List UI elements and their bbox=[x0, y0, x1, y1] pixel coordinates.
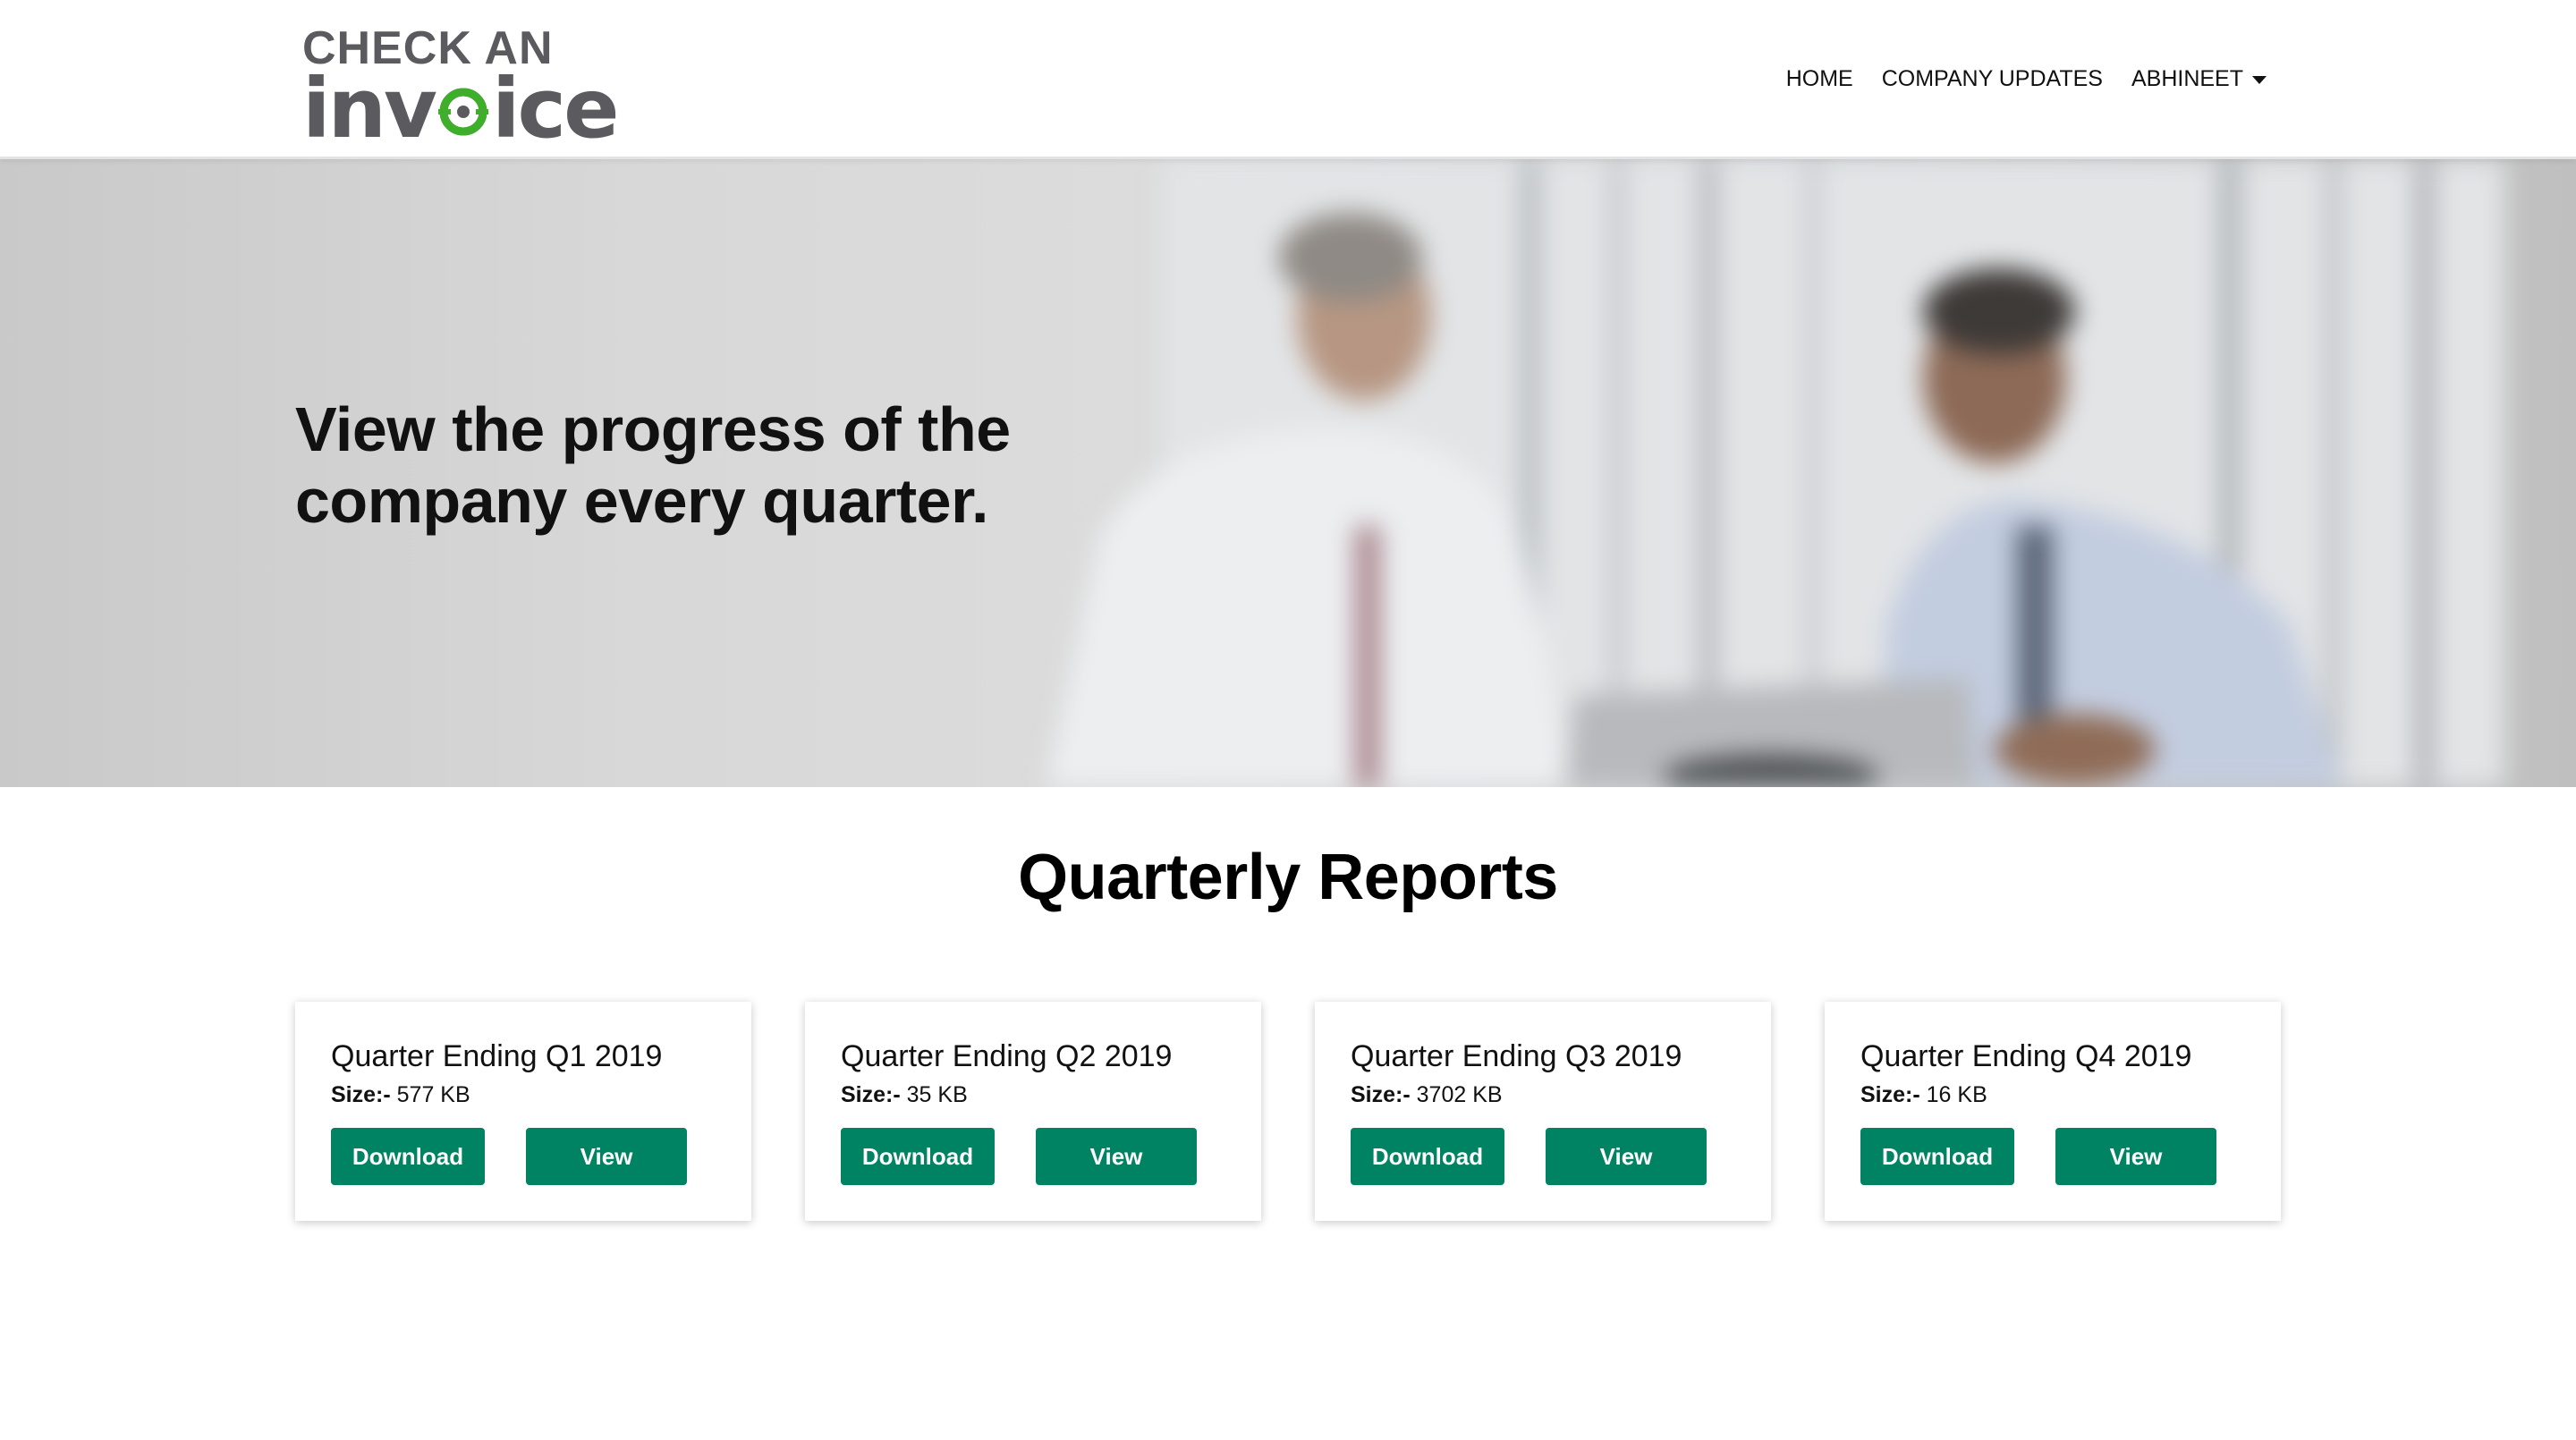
size-label: Size:- bbox=[331, 1082, 391, 1107]
user-name: ABHINEET bbox=[2131, 66, 2243, 91]
nav-home-link[interactable]: HOME bbox=[1786, 61, 1853, 97]
hero-headline: View the progress of the company every q… bbox=[295, 394, 1011, 536]
download-button[interactable]: Download bbox=[1351, 1128, 1504, 1185]
size-value: 16 KB bbox=[1926, 1082, 1987, 1107]
view-button[interactable]: View bbox=[1036, 1128, 1197, 1185]
download-button[interactable]: Download bbox=[841, 1128, 995, 1185]
nav-company-updates-link[interactable]: COMPANY UPDATES bbox=[1882, 61, 2103, 97]
report-card: Quarter Ending Q4 2019 Size:- 16 KB Down… bbox=[1825, 1002, 2281, 1221]
report-card: Quarter Ending Q1 2019 Size:- 577 KB Dow… bbox=[295, 1002, 751, 1221]
report-card: Quarter Ending Q3 2019 Size:- 3702 KB Do… bbox=[1315, 1002, 1771, 1221]
size-label: Size:- bbox=[1860, 1082, 1920, 1107]
main-nav: HOME COMPANY UPDATES ABHINEET bbox=[1786, 61, 2267, 97]
download-button[interactable]: Download bbox=[331, 1128, 485, 1185]
size-label: Size:- bbox=[841, 1082, 901, 1107]
report-title: Quarter Ending Q1 2019 bbox=[331, 1039, 663, 1073]
user-menu-dropdown[interactable]: ABHINEET bbox=[2131, 61, 2267, 97]
logo-line-2: inv ice bbox=[302, 61, 619, 157]
report-title: Quarter Ending Q2 2019 bbox=[841, 1039, 1173, 1073]
size-value: 35 KB bbox=[906, 1082, 968, 1107]
size-value: 577 KB bbox=[396, 1082, 470, 1107]
report-size: Size:- 3702 KB bbox=[1351, 1080, 1503, 1109]
view-button[interactable]: View bbox=[1546, 1128, 1707, 1185]
logo-line-2-suffix: ice bbox=[492, 61, 619, 157]
size-value: 3702 KB bbox=[1416, 1082, 1503, 1107]
report-size: Size:- 16 KB bbox=[1860, 1080, 1987, 1109]
download-button[interactable]: Download bbox=[1860, 1128, 2014, 1185]
report-cards: Quarter Ending Q1 2019 Size:- 577 KB Dow… bbox=[295, 1002, 2281, 1221]
report-title: Quarter Ending Q4 2019 bbox=[1860, 1039, 2192, 1073]
report-size: Size:- 577 KB bbox=[331, 1080, 470, 1109]
report-size: Size:- 35 KB bbox=[841, 1080, 968, 1109]
logo-line-2-prefix: inv bbox=[302, 61, 437, 157]
section-title: Quarterly Reports bbox=[1018, 842, 1558, 913]
size-label: Size:- bbox=[1351, 1082, 1411, 1107]
target-o-icon bbox=[436, 83, 490, 137]
view-button[interactable]: View bbox=[526, 1128, 687, 1185]
view-button[interactable]: View bbox=[2055, 1128, 2216, 1185]
navbar: CHECK AN inv ice HOME COMPANY UPDATES AB… bbox=[0, 0, 2576, 159]
caret-down-icon bbox=[2252, 75, 2267, 84]
report-title: Quarter Ending Q3 2019 bbox=[1351, 1039, 1682, 1073]
logo[interactable]: CHECK AN inv ice bbox=[302, 23, 624, 154]
report-card: Quarter Ending Q2 2019 Size:- 35 KB Down… bbox=[805, 1002, 1261, 1221]
hero-banner: View the progress of the company every q… bbox=[0, 159, 2576, 787]
